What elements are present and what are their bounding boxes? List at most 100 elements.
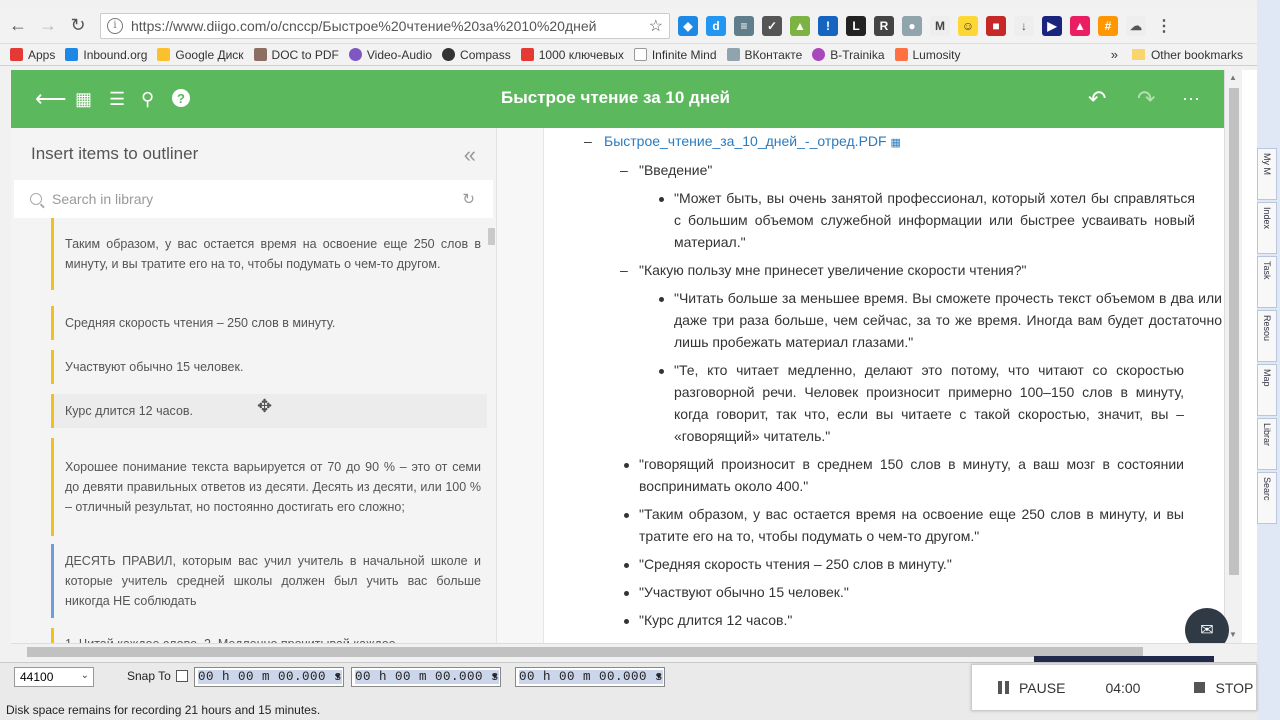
outline-node[interactable]: "Читать больше за меньшее время. Вы смож… (674, 287, 1222, 353)
bullet-icon (624, 563, 629, 568)
scroll-down-icon[interactable]: ▼ (1229, 630, 1237, 639)
bookmark-doc-to-pdf[interactable]: DOC to PDF (253, 48, 339, 62)
bookmark-google-drive[interactable]: Google Диск (157, 48, 244, 62)
outline-node[interactable]: "Участвуют обычно 15 человек." (639, 581, 849, 603)
stop-icon[interactable] (1194, 682, 1206, 693)
pdf-link[interactable]: Быстрое_чтение_за_10_дней_-_отред.PDF (604, 133, 887, 149)
page-title: Быстрое чтение за 10 дней (501, 88, 731, 107)
extension-icon[interactable]: ● (902, 15, 922, 36)
outline-node[interactable]: "Средняя скорость чтения – 250 слов в ми… (639, 553, 952, 575)
bullet-icon (624, 591, 629, 596)
extension-icon[interactable]: ≡ (734, 15, 754, 36)
pause-icon[interactable] (998, 681, 1009, 694)
sample-rate-select[interactable]: 44100 ⌄ (14, 667, 94, 687)
download-icon[interactable]: ↓ (1014, 15, 1034, 36)
list-item[interactable]: 1. Читай каждое слово. 2. Медленно прочи… (51, 628, 487, 643)
side-tab[interactable]: Task (1257, 256, 1277, 308)
menu-icon[interactable]: ⋮ (1154, 16, 1174, 36)
extension-icon[interactable]: ▲ (1070, 15, 1090, 36)
play-icon[interactable]: ▶ (1042, 15, 1062, 36)
diigo-extension-icon[interactable]: d (706, 15, 726, 36)
bookmark-compass[interactable]: Compass (442, 48, 511, 62)
undo-icon[interactable]: ↶ (1088, 86, 1106, 111)
address-bar[interactable]: i https://www.diigo.com/o/cnccp/Быстрое%… (100, 12, 670, 39)
extension-icon[interactable]: R (874, 15, 894, 36)
chevron-down-icon[interactable]: ▼ (335, 672, 341, 682)
search-icon[interactable]: ⚲ (141, 89, 154, 109)
side-tab[interactable]: My M (1257, 148, 1277, 200)
refresh-icon[interactable]: ↻ (462, 190, 475, 208)
bookmark-1000[interactable]: 1000 ключевых (520, 48, 624, 62)
library-search[interactable]: Search in library ↻ (14, 180, 493, 218)
folder-icon (1131, 49, 1145, 60)
help-icon[interactable]: ? (172, 89, 190, 107)
outline-node[interactable]: "Таким образом, у вас остается время на … (639, 503, 1184, 547)
bookmarks-more[interactable]: » (1111, 47, 1118, 62)
list-item[interactable]: Участвуют обычно 15 человек. (51, 350, 487, 384)
bookmark-lumosity[interactable]: Lumosity (894, 48, 961, 62)
side-tab[interactable]: Librar (1257, 418, 1277, 470)
list-icon[interactable]: ☰ (109, 89, 125, 109)
outline-node[interactable]: "говорящий произносит в среднем 150 слов… (639, 453, 1184, 497)
keyboard-icon[interactable]: ▦ (75, 89, 92, 109)
outline-node[interactable]: – "Какую пользу мне принесет увеличение с… (620, 259, 1027, 281)
alert-icon[interactable]: ! (818, 15, 838, 36)
chevron-down-icon[interactable]: ▼ (492, 672, 498, 682)
back-arrow-icon[interactable]: ⟵ (35, 86, 67, 111)
extension-icon[interactable]: # (1098, 15, 1118, 36)
cloud-icon[interactable]: ☁ (1126, 15, 1146, 36)
scroll-up-icon[interactable]: ▲ (1229, 73, 1237, 82)
snap-to[interactable]: Snap To (127, 669, 188, 683)
forward-arrow-icon[interactable]: → (36, 14, 60, 38)
side-tab[interactable]: Searc (1257, 472, 1277, 524)
time-field-start[interactable]: 00 h 00 m 00.000 s ▼ (194, 667, 344, 687)
gmail-icon[interactable]: M (930, 15, 950, 36)
extension-icon[interactable]: ▲ (790, 15, 810, 36)
panel-scrollbar[interactable] (488, 228, 495, 245)
side-tab[interactable]: Resou (1257, 310, 1277, 362)
bookmark-b-trainika[interactable]: B-Trainika (812, 48, 885, 62)
list-item[interactable]: ДЕСЯТЬ ПРАВИЛ, которым вас учил учитель … (51, 544, 487, 618)
other-bookmarks[interactable]: Other bookmarks (1131, 48, 1243, 62)
collapse-icon[interactable]: « (464, 142, 476, 168)
side-tab[interactable]: Map (1257, 364, 1277, 416)
bookmark-infinite-mind[interactable]: Infinite Mind (633, 48, 717, 62)
panel-header: Insert items to outliner « (11, 128, 496, 180)
bullet-icon (659, 197, 664, 202)
outline-node[interactable]: "Те, кто читает медленно, делают это пот… (674, 359, 1184, 447)
film-icon[interactable]: ■ (986, 15, 1006, 36)
search-input[interactable]: Search in library (52, 191, 153, 207)
list-item[interactable]: Таким образом, у вас остается время на о… (51, 218, 487, 290)
redo-icon[interactable]: ↷ (1137, 86, 1155, 111)
list-item[interactable]: Хорошее понимание текста варьируется от … (51, 438, 487, 536)
page-scrollbar[interactable]: ▲ ▼ (1224, 70, 1242, 643)
outline-node[interactable]: "Курс длится 12 часов." (639, 609, 792, 631)
info-icon[interactable]: i (107, 17, 123, 34)
extension-icon[interactable]: ◆ (678, 15, 698, 36)
smiley-icon[interactable]: ☺ (958, 15, 978, 36)
pause-button[interactable]: PAUSE (1019, 680, 1065, 696)
outline-node[interactable]: – "Введение" (620, 159, 712, 181)
list-item[interactable]: Средняя скорость чтения – 250 слов в мин… (51, 306, 487, 340)
outline-root[interactable]: – Быстрое_чтение_за_10_дней_-_отред.PDF … (584, 130, 901, 154)
snap-checkbox[interactable] (175, 670, 188, 682)
bookmark-inbound[interactable]: Inbound.org (65, 48, 147, 62)
bookmark-apps[interactable]: Apps (10, 48, 55, 62)
chevron-down-icon[interactable]: ▼ (656, 672, 662, 682)
back-arrow-icon[interactable]: ← (6, 14, 30, 38)
more-icon[interactable]: ⋯ (1182, 89, 1200, 109)
bookmark-star-icon[interactable]: ☆ (649, 16, 663, 36)
scrollbar-thumb[interactable] (1229, 88, 1239, 575)
reload-icon[interactable]: ↻ (66, 14, 90, 38)
pocket-icon[interactable]: ✓ (762, 15, 782, 36)
time-field-length[interactable]: 00 h 00 m 00.000 s ▼ (515, 667, 665, 687)
bookmark-vkontakte[interactable]: ВКонтакте (726, 48, 802, 62)
outline-node[interactable]: "Может быть, вы очень занятой профессион… (674, 187, 1195, 253)
time-field-end[interactable]: 00 h 00 m 00.000 s ▼ (351, 667, 501, 687)
bookmark-video-audio[interactable]: Video-Audio (348, 48, 432, 62)
scrollbar-thumb[interactable] (27, 647, 1143, 657)
side-tab[interactable]: Index (1257, 202, 1277, 254)
doc-icon (253, 48, 267, 61)
stop-button[interactable]: STOP (1215, 680, 1253, 696)
extension-icon[interactable]: L (846, 15, 866, 36)
